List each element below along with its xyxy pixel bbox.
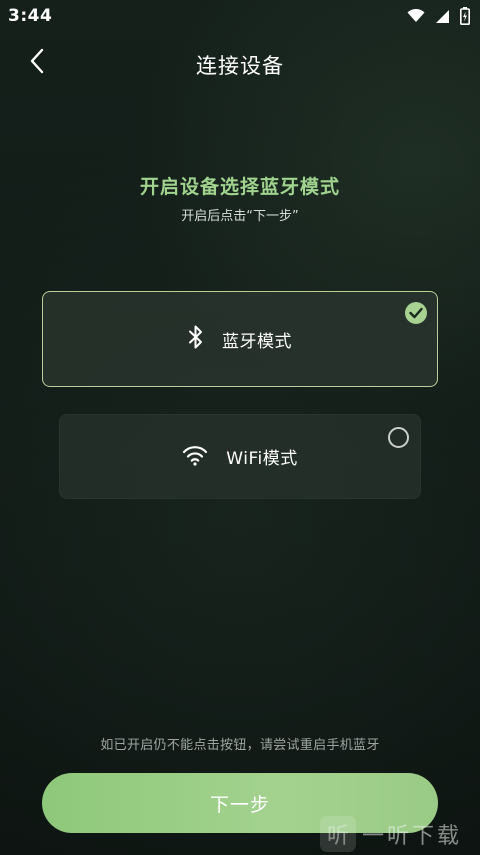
instruction-heading: 开启设备选择蓝牙模式 [139, 176, 340, 198]
selected-check-icon [405, 302, 427, 324]
battery-charging-icon [460, 7, 470, 25]
bluetooth-mode-label: 蓝牙模式 [222, 331, 292, 352]
wifi-mode-option[interactable]: WiFi模式 [59, 414, 421, 499]
bluetooth-mode-option[interactable]: 蓝牙模式 [42, 291, 438, 387]
status-icons [407, 7, 470, 25]
watermark-text: 一听下载 [362, 823, 463, 849]
instruction-subheading: 开启后点击“下一步” [181, 209, 299, 224]
nav-bar: 连接设备 [0, 40, 480, 86]
wifi-mode-label: WiFi模式 [226, 449, 298, 469]
watermark-logo: 听 [320, 815, 356, 852]
watermark: 听 一听下载 [320, 812, 480, 855]
wifi-icon [407, 9, 425, 23]
unselected-radio-icon [388, 427, 409, 448]
status-time: 3:44 [8, 6, 53, 26]
hint-text: 如已开启仍不能点击按钮，请尝试重启手机蓝牙 [100, 738, 380, 753]
bluetooth-icon [188, 324, 204, 354]
page-title: 连接设备 [196, 54, 284, 78]
wifi-icon [182, 444, 208, 470]
status-bar: 3:44 [0, 0, 480, 32]
signal-icon [435, 9, 450, 24]
